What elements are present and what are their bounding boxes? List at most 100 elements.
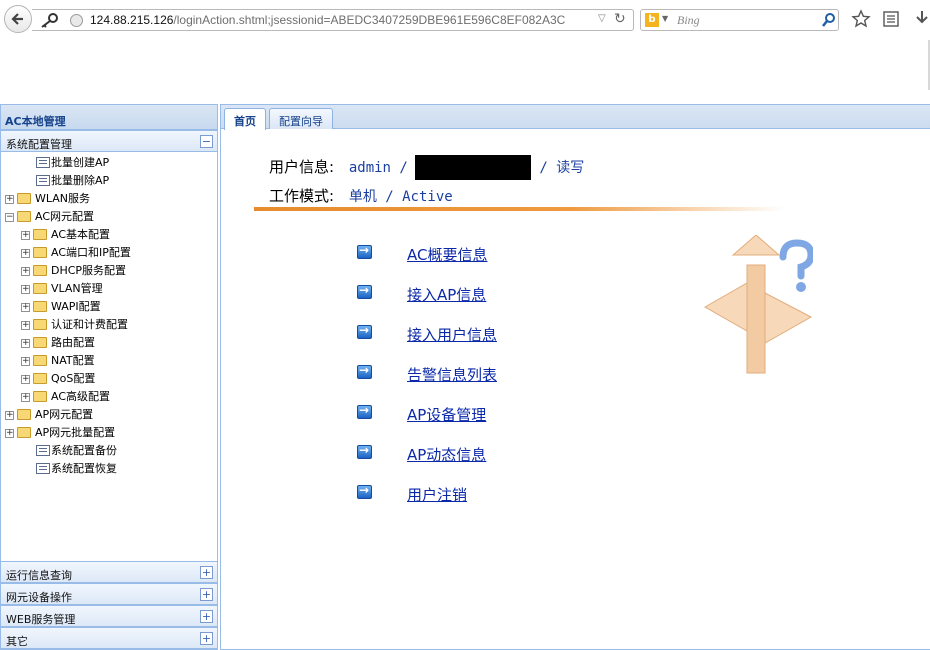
tree-node-label[interactable]: AC高级配置 (51, 388, 110, 406)
history-dropdown-icon[interactable]: ▽ (598, 13, 606, 24)
tab-config-wizard[interactable]: 配置向导 (269, 108, 333, 129)
back-arrow-icon (11, 13, 23, 25)
tree-node[interactable]: + QoS配置 (1, 370, 217, 388)
expand-toggle-icon[interactable]: + (5, 429, 14, 438)
tree-node[interactable]: + AP网元批量配置 (1, 424, 217, 442)
engine-dropdown-icon[interactable]: ▼ (662, 14, 668, 23)
tree-node-label[interactable]: VLAN管理 (51, 280, 103, 298)
tree-node-label[interactable]: AC端口和IP配置 (51, 244, 131, 262)
tree-node[interactable]: 系统配置备份 (1, 442, 217, 460)
tree-node-label[interactable]: WAPI配置 (51, 298, 101, 316)
tree-node[interactable]: + WAPI配置 (1, 298, 217, 316)
expand-toggle-icon[interactable]: − (5, 213, 14, 222)
tree-node[interactable]: + 认证和计费配置 (1, 316, 217, 334)
accordion-label: 网元设备操作 (6, 591, 72, 604)
work-mode-row: 工作模式: 单机 / Active (269, 185, 453, 206)
accordion-section[interactable]: 运行信息查询 + (1, 561, 217, 583)
expand-toggle-icon[interactable]: + (21, 285, 30, 294)
search-box[interactable]: b ▼ Bing (640, 9, 839, 31)
folder-icon (33, 391, 47, 402)
tree-node[interactable]: 批量创建AP (1, 154, 217, 172)
expand-toggle-icon[interactable]: + (21, 321, 30, 330)
tree-node[interactable]: + AC基本配置 (1, 226, 217, 244)
expand-toggle-icon[interactable]: + (21, 249, 30, 258)
expand-icon[interactable]: + (200, 588, 213, 601)
arrow-right-icon (357, 403, 372, 419)
tree-node-label[interactable]: 路由配置 (51, 334, 95, 352)
accordion-section[interactable]: 其它 + (1, 627, 217, 649)
document-icon (36, 445, 50, 456)
tree-node[interactable]: + AC高级配置 (1, 388, 217, 406)
blank-header-area (0, 40, 930, 104)
tree-node-label[interactable]: AP网元配置 (35, 406, 93, 424)
expand-toggle-icon[interactable]: + (21, 393, 30, 402)
tree-node-label[interactable]: AP网元批量配置 (35, 424, 115, 442)
tree-node-label[interactable]: 系统配置备份 (51, 442, 117, 460)
bing-icon[interactable]: b (645, 13, 659, 27)
expand-toggle-icon[interactable]: + (21, 375, 30, 384)
tree-node[interactable]: + AP网元配置 (1, 406, 217, 424)
accordion-section[interactable]: 网元设备操作 + (1, 583, 217, 605)
browser-toolbar: 124.88.215.126/loginAction.shtml;jsessio… (0, 0, 930, 40)
tree-node-label[interactable]: AC基本配置 (51, 226, 110, 244)
download-icon[interactable] (914, 9, 930, 29)
address-bar[interactable]: 124.88.215.126/loginAction.shtml;jsessio… (32, 9, 634, 31)
tree-node[interactable]: − AC网元配置 (1, 208, 217, 226)
nav-panel-title: AC本地管理 (1, 105, 217, 130)
quick-link[interactable]: 接入AP信息 (407, 284, 486, 305)
expand-toggle-icon[interactable]: + (21, 357, 30, 366)
work-mode-value: 单机 / Active (348, 189, 453, 205)
expand-toggle-icon[interactable]: + (21, 267, 30, 276)
tree-node-label[interactable]: 批量创建AP (51, 154, 109, 172)
quick-link[interactable]: AC概要信息 (407, 244, 487, 265)
tree-node[interactable]: + VLAN管理 (1, 280, 217, 298)
quick-link[interactable]: 告警信息列表 (407, 364, 497, 385)
expand-icon[interactable]: + (200, 610, 213, 623)
accordion-system-config[interactable]: 系统配置管理 − (1, 130, 217, 152)
arrow-right-icon (357, 243, 372, 259)
signpost-question-icon (703, 235, 813, 374)
expand-toggle-icon[interactable]: + (5, 411, 14, 420)
tree-node-label[interactable]: AC网元配置 (35, 208, 94, 226)
accordion-section[interactable]: WEB服务管理 + (1, 605, 217, 627)
tree-node[interactable]: 批量删除AP (1, 172, 217, 190)
tab-home[interactable]: 首页 (224, 108, 266, 130)
tab-bar: 首页 配置向导 (221, 105, 930, 130)
expand-toggle-icon[interactable]: + (21, 303, 30, 312)
quick-link[interactable]: AP动态信息 (407, 444, 486, 465)
tree-node-label[interactable]: QoS配置 (51, 370, 95, 388)
quick-link[interactable]: 接入用户信息 (407, 324, 497, 345)
tree-node[interactable]: + DHCP服务配置 (1, 262, 217, 280)
tree-node-label[interactable]: WLAN服务 (35, 190, 90, 208)
tree-node[interactable]: + NAT配置 (1, 352, 217, 370)
tree-node-label[interactable]: NAT配置 (51, 352, 95, 370)
expand-toggle-icon[interactable]: + (21, 231, 30, 240)
tree-node[interactable]: 系统配置恢复 (1, 460, 217, 478)
expand-icon[interactable]: + (200, 632, 213, 645)
user-permission: / 读写 (539, 160, 585, 176)
document-icon (36, 157, 50, 168)
reload-icon[interactable]: ↻ (614, 11, 626, 27)
tree-node[interactable]: + AC端口和IP配置 (1, 244, 217, 262)
collapse-icon[interactable]: − (200, 135, 213, 148)
expand-toggle-icon[interactable]: + (5, 195, 14, 204)
search-icon[interactable] (821, 12, 837, 28)
quick-link[interactable]: 用户注销 (407, 484, 467, 505)
tree-node[interactable]: + 路由配置 (1, 334, 217, 352)
tree-node-label[interactable]: 批量删除AP (51, 172, 109, 190)
tree-node-label[interactable]: 系统配置恢复 (51, 460, 117, 478)
tree-node-label[interactable]: 认证和计费配置 (51, 316, 128, 334)
key-icon (41, 13, 58, 28)
url-text[interactable]: 124.88.215.126/loginAction.shtml;jsessio… (90, 13, 565, 27)
back-button[interactable] (4, 5, 32, 33)
bookmarks-list-icon[interactable] (881, 9, 901, 29)
bookmark-star-icon[interactable] (851, 9, 871, 29)
quick-link[interactable]: AP设备管理 (407, 404, 486, 425)
expand-icon[interactable]: + (200, 566, 213, 579)
expand-toggle-icon[interactable]: + (21, 339, 30, 348)
orange-divider (254, 207, 784, 211)
folder-icon (33, 319, 47, 330)
tree-node[interactable]: + WLAN服务 (1, 190, 217, 208)
tree-node-label[interactable]: DHCP服务配置 (51, 262, 126, 280)
user-name: admin / (348, 160, 408, 176)
